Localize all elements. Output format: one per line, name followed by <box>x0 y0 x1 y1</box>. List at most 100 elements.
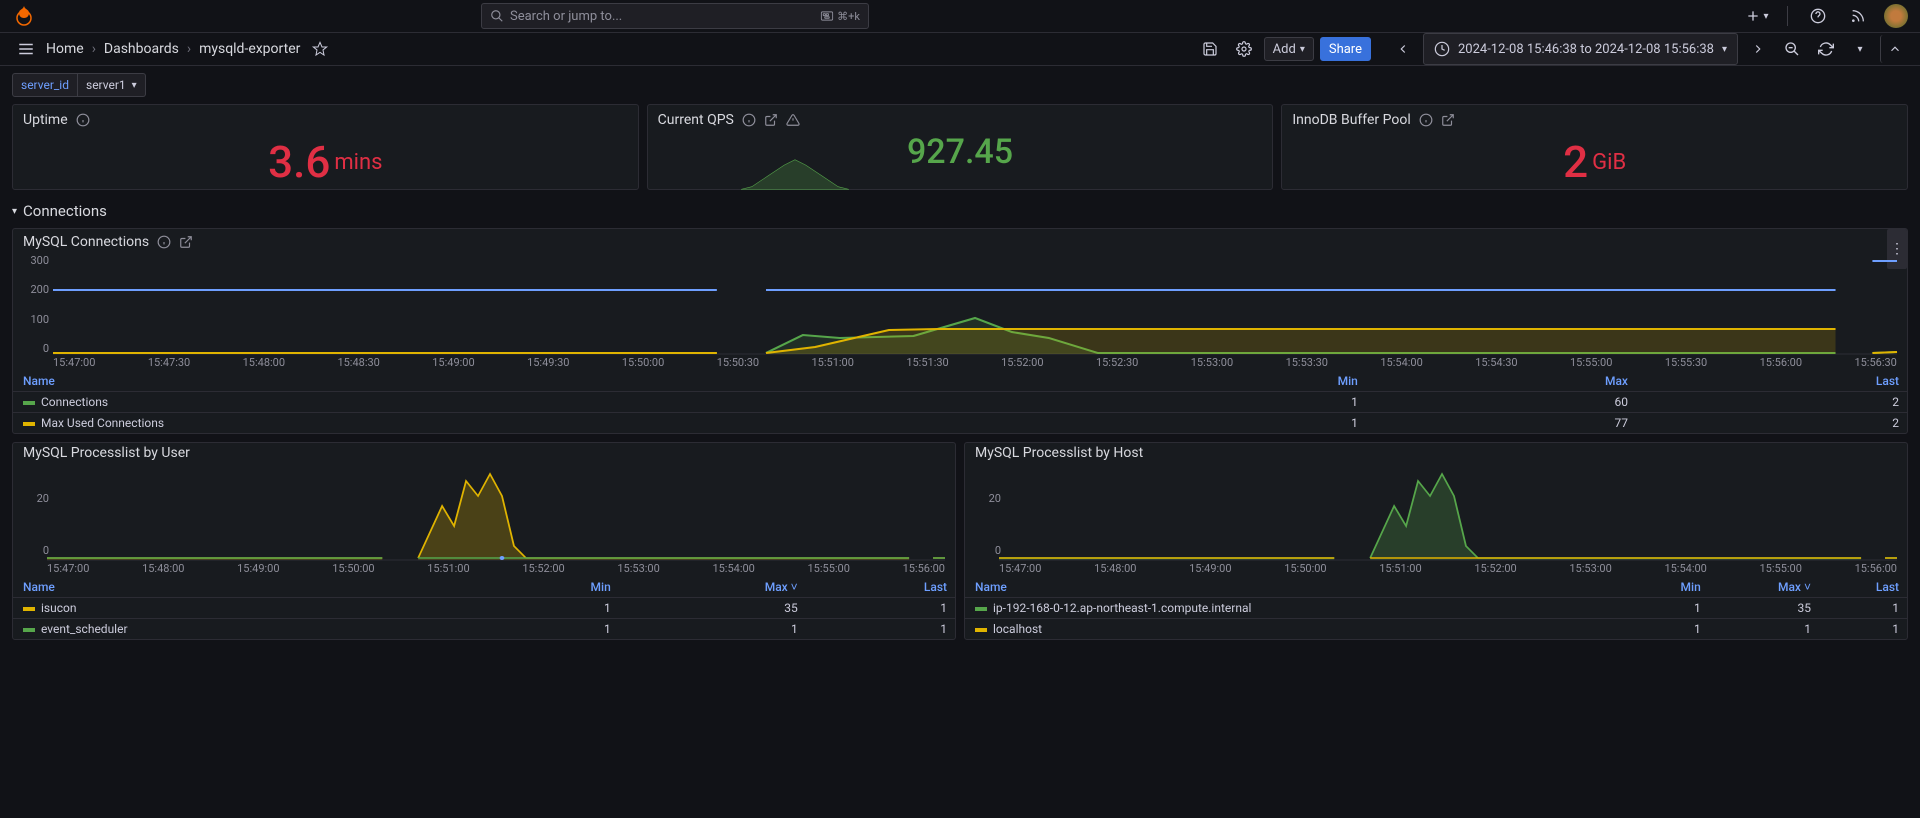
legend-row[interactable]: event_scheduler111 <box>13 619 955 640</box>
panel-processlist-user[interactable]: MySQL Processlist by User 20 0 15:47:001… <box>12 442 956 640</box>
legend-header-name[interactable]: Name <box>13 371 1115 392</box>
search-shortcut: ⌘+k <box>821 10 860 23</box>
help-icon[interactable] <box>1804 2 1832 30</box>
x-tick: 15:47:00 <box>47 562 89 575</box>
panel-qps[interactable]: Current QPS 927.45 <box>647 104 1274 190</box>
legend-row[interactable]: Connections1602 <box>13 392 1907 413</box>
legend-header-last[interactable]: Last <box>1819 577 1907 598</box>
legend-table: Name Min Max ˅ Last ip-192-168-0-12.ap-n… <box>965 577 1907 639</box>
x-tick: 15:51:30 <box>906 356 948 369</box>
legend-table: Name Min Max ˅ Last isucon1351event_sche… <box>13 577 955 639</box>
variable-value-text: server1 <box>86 78 126 92</box>
search-placeholder: Search or jump to... <box>510 9 622 24</box>
settings-button[interactable] <box>1230 35 1258 63</box>
breadcrumb-separator: › <box>92 41 96 57</box>
legend-header-max[interactable]: Max ˅ <box>1709 577 1819 598</box>
add-panel-button[interactable]: Add▾ <box>1264 37 1314 61</box>
dashboard-toolbar: Home › Dashboards › mysqld-exporter Add▾… <box>0 33 1920 66</box>
grafana-logo-icon[interactable] <box>12 4 36 28</box>
search-input[interactable]: Search or jump to... ⌘+k <box>481 3 869 29</box>
time-range-picker[interactable]: 2024-12-08 15:46:38 to 2024-12-08 15:56:… <box>1423 33 1738 65</box>
kiosk-button[interactable] <box>1880 35 1908 63</box>
x-tick: 15:50:00 <box>332 562 374 575</box>
x-tick: 15:53:00 <box>1191 356 1233 369</box>
info-icon[interactable] <box>157 235 171 249</box>
link-icon[interactable] <box>179 235 193 249</box>
legend-header-max[interactable]: Max <box>1366 371 1636 392</box>
breadcrumb-home[interactable]: Home <box>46 41 84 57</box>
panel-innodb[interactable]: InnoDB Buffer Pool 2 GiB <box>1281 104 1908 190</box>
x-tick: 15:48:00 <box>142 562 184 575</box>
info-icon[interactable] <box>1419 113 1433 127</box>
legend-header-name[interactable]: Name <box>13 577 481 598</box>
y-tick: 100 <box>23 313 49 326</box>
refresh-interval-button[interactable]: ▾ <box>1846 35 1874 63</box>
stat-unit-uptime: mins <box>334 150 382 175</box>
legend-header-last[interactable]: Last <box>806 577 955 598</box>
user-avatar[interactable] <box>1884 4 1908 28</box>
y-tick: 0 <box>975 544 1001 557</box>
panel-mysql-connections[interactable]: ⋮ MySQL Connections 300 200 100 0 <box>12 228 1908 434</box>
x-tick: 15:56:00 <box>1855 562 1897 575</box>
y-tick: 0 <box>23 342 49 355</box>
x-tick: 15:47:30 <box>148 356 190 369</box>
graph-svg <box>53 258 1897 354</box>
share-button[interactable]: Share <box>1320 37 1371 61</box>
x-tick: 15:49:00 <box>432 356 474 369</box>
variable-row: server_id server1▾ <box>0 66 1920 104</box>
x-tick: 15:51:00 <box>427 562 469 575</box>
panel-uptime[interactable]: Uptime 3.6 mins <box>12 104 639 190</box>
time-back-button[interactable] <box>1389 35 1417 63</box>
chevron-down-icon: ▾ <box>12 206 17 217</box>
x-tick: 15:55:30 <box>1665 356 1707 369</box>
zoom-out-button[interactable] <box>1778 35 1806 63</box>
panel-title: MySQL Connections <box>23 234 149 250</box>
stat-value-qps: 927.45 <box>907 132 1013 172</box>
add-panel-label: Add <box>1273 42 1296 57</box>
variable-value-server-id[interactable]: server1▾ <box>78 73 146 97</box>
x-tick: 15:53:00 <box>617 562 659 575</box>
news-icon[interactable] <box>1844 2 1872 30</box>
add-menu-button[interactable]: ▾ <box>1743 2 1771 30</box>
legend-header-last[interactable]: Last <box>1636 371 1907 392</box>
favorite-button[interactable] <box>306 35 334 63</box>
warning-icon[interactable] <box>786 113 800 127</box>
x-tick: 15:51:00 <box>812 356 854 369</box>
x-tick: 15:52:00 <box>1001 356 1043 369</box>
link-icon[interactable] <box>1441 113 1455 127</box>
panel-title: InnoDB Buffer Pool <box>1292 112 1410 128</box>
graph-svg <box>47 466 945 560</box>
legend-row[interactable]: isucon1351 <box>13 598 955 619</box>
x-tick: 15:48:00 <box>243 356 285 369</box>
info-icon[interactable] <box>742 113 756 127</box>
x-tick: 15:49:00 <box>237 562 279 575</box>
info-icon[interactable] <box>76 113 90 127</box>
x-tick: 15:51:00 <box>1379 562 1421 575</box>
time-range-text: 2024-12-08 15:46:38 to 2024-12-08 15:56:… <box>1458 42 1714 57</box>
row-header-connections[interactable]: ▾ Connections <box>12 198 1908 228</box>
graph-svg <box>999 466 1897 560</box>
panel-processlist-host[interactable]: MySQL Processlist by Host 20 0 15:47:001… <box>964 442 1908 640</box>
x-tick: 15:50:00 <box>1284 562 1326 575</box>
x-tick: 15:52:00 <box>1474 562 1516 575</box>
legend-row[interactable]: localhost111 <box>965 619 1907 640</box>
legend-header-min[interactable]: Min <box>1115 371 1366 392</box>
legend-header-min[interactable]: Min <box>1627 577 1709 598</box>
legend-row[interactable]: ip-192-168-0-12.ap-northeast-1.compute.i… <box>965 598 1907 619</box>
refresh-button[interactable] <box>1812 35 1840 63</box>
x-tick: 15:49:30 <box>527 356 569 369</box>
y-tick: 20 <box>975 492 1001 505</box>
legend-header-name[interactable]: Name <box>965 577 1627 598</box>
legend-header-min[interactable]: Min <box>481 577 619 598</box>
variable-label-server-id[interactable]: server_id <box>12 73 78 97</box>
link-icon[interactable] <box>764 113 778 127</box>
y-tick: 300 <box>23 254 49 267</box>
time-forward-button[interactable] <box>1744 35 1772 63</box>
legend-header-max[interactable]: Max ˅ <box>619 577 806 598</box>
panel-title: MySQL Processlist by Host <box>975 445 1143 461</box>
breadcrumb-dashboards[interactable]: Dashboards <box>104 41 179 57</box>
menu-toggle-button[interactable] <box>12 35 40 63</box>
save-button[interactable] <box>1196 35 1224 63</box>
legend-row[interactable]: Max Used Connections1772 <box>13 413 1907 434</box>
separator <box>1787 6 1788 26</box>
